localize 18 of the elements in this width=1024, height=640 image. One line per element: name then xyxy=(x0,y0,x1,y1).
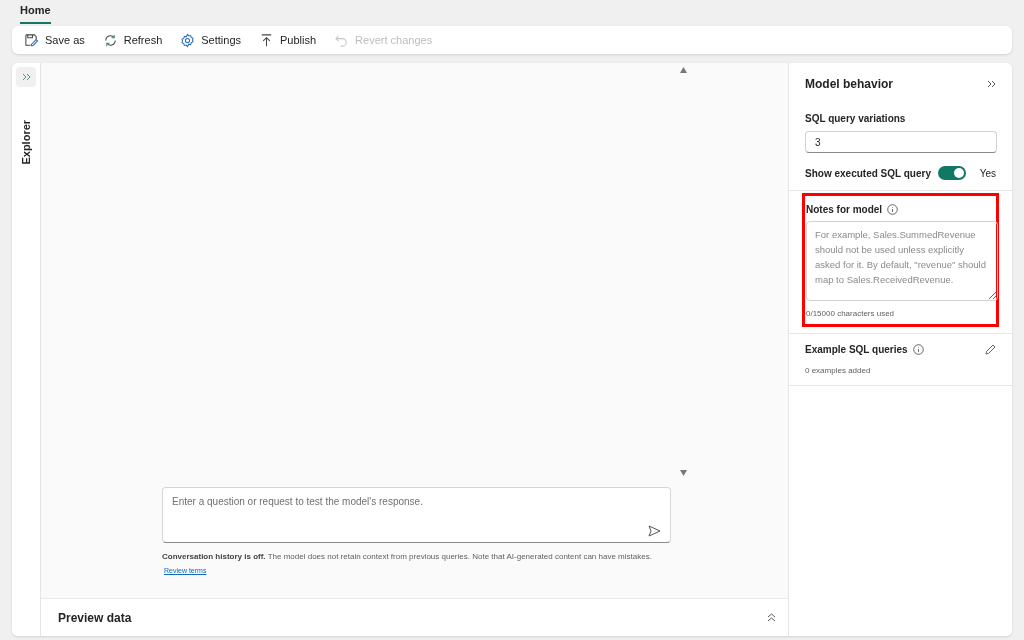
question-input[interactable]: Enter a question or request to test the model's response. xyxy=(162,487,671,543)
tab[interactable]: Home xyxy=(20,1,51,24)
notes-textarea[interactable]: For example, Sales.SummedRevenue should not be used unless explicitly asked for it. By default, "revenue" should map to Sales.ReceivedRevenue. xyxy=(806,221,998,301)
toolbar-button[interactable]: Save as xyxy=(24,31,85,49)
examples-count: 0 examples added xyxy=(805,365,872,377)
panel-title: Model behavior xyxy=(805,76,893,93)
character-counter: 0/15000 characters used xyxy=(806,308,896,320)
field-label: Notes for model xyxy=(806,203,883,217)
variations-field[interactable]: 3 xyxy=(805,131,997,153)
toolbar-button[interactable]: Publish xyxy=(259,31,317,49)
toggle-state: Yes xyxy=(979,166,996,181)
field-label: SQL query variations xyxy=(805,112,907,126)
toolbar-button[interactable]: Refresh xyxy=(102,31,163,49)
toolbar-button[interactable]: Settings xyxy=(180,31,242,49)
preview-data-title: Preview data xyxy=(58,609,132,627)
field-label: Show executed SQL query xyxy=(805,166,931,181)
field-label: Example SQL queries xyxy=(805,343,908,357)
explorer-tab[interactable]: Explorer xyxy=(17,119,35,165)
